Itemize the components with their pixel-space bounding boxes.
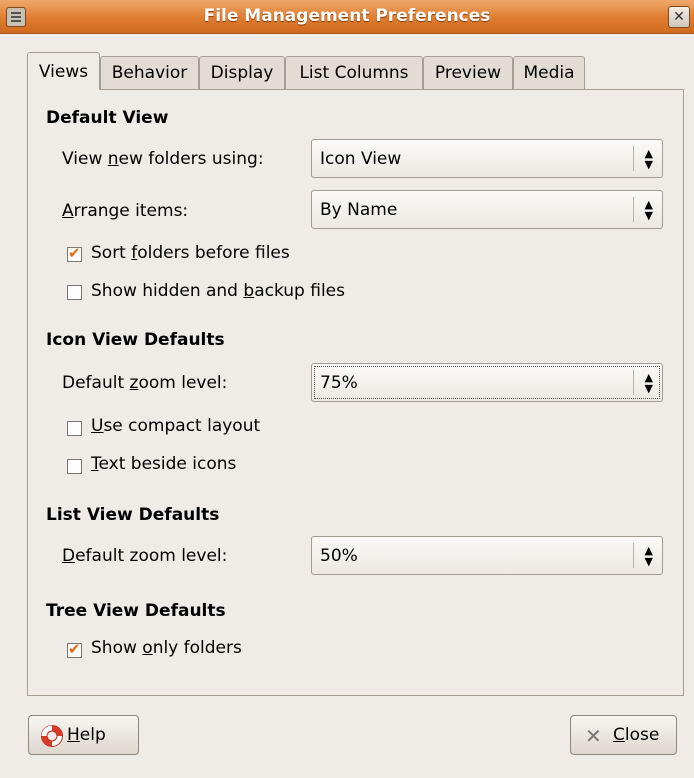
sort-folders-label[interactable]: Sort folders before files [91, 243, 290, 263]
tab-behavior[interactable]: Behavior [100, 56, 199, 89]
spin-arrows-icon: ▲ ▼ [644, 544, 653, 568]
only-folders-checkbox[interactable] [67, 640, 82, 658]
spin-arrows-icon: ▲ ▼ [644, 198, 653, 222]
default-view-heading: Default View [46, 108, 169, 128]
tab-list-columns[interactable]: List Columns [285, 56, 423, 89]
icon-zoom-label: Default zoom level: [62, 373, 228, 393]
tab-display[interactable]: Display [199, 56, 285, 89]
window-close-icon[interactable]: ✕ [668, 6, 690, 28]
list-zoom-value: 50% [320, 546, 358, 566]
arrange-items-value: By Name [320, 200, 398, 220]
preferences-window: File Management Preferences ✕ Views Beha… [0, 0, 694, 778]
sort-folders-checkbox[interactable] [67, 244, 82, 262]
text-beside-icons-checkbox[interactable] [67, 459, 82, 474]
icon-view-heading: Icon View Defaults [46, 330, 225, 350]
list-view-heading: List View Defaults [46, 505, 220, 525]
show-hidden-checkbox[interactable] [67, 285, 82, 300]
text-beside-icons-label[interactable]: Text beside icons [91, 454, 236, 474]
close-button[interactable]: ✕ Close [570, 715, 677, 755]
close-x-icon: ✕ [585, 724, 602, 748]
spin-arrows-icon: ▲ ▼ [644, 371, 653, 395]
help-button[interactable]: Help [28, 715, 139, 755]
arrange-items-label: Arrange items: [62, 201, 189, 221]
tree-view-heading: Tree View Defaults [46, 601, 226, 621]
list-zoom-label: Default zoom level: [62, 546, 228, 566]
tab-media[interactable]: Media [513, 56, 585, 89]
lifebuoy-icon [41, 725, 63, 747]
tab-views[interactable]: Views [27, 52, 100, 90]
icon-zoom-select[interactable]: 75% ▲ ▼ [311, 363, 663, 402]
view-new-folders-value: Icon View [320, 149, 402, 169]
spin-arrows-icon: ▲ ▼ [644, 147, 653, 171]
compact-layout-label[interactable]: Use compact layout [91, 416, 260, 436]
view-new-folders-label: View new folders using: [62, 149, 264, 169]
list-zoom-select[interactable]: 50% ▲ ▼ [311, 536, 663, 575]
help-button-label: Help [67, 725, 106, 745]
icon-zoom-value: 75% [320, 373, 358, 393]
only-folders-label[interactable]: Show only folders [91, 638, 242, 658]
window-title: File Management Preferences [203, 6, 491, 26]
show-hidden-label[interactable]: Show hidden and backup files [91, 281, 345, 301]
compact-layout-checkbox[interactable] [67, 421, 82, 436]
arrange-items-select[interactable]: By Name ▲ ▼ [311, 190, 663, 229]
view-new-folders-select[interactable]: Icon View ▲ ▼ [311, 139, 663, 178]
title-bar[interactable]: File Management Preferences ✕ [0, 0, 694, 34]
tab-preview[interactable]: Preview [423, 56, 513, 89]
close-button-label: Close [613, 725, 660, 745]
